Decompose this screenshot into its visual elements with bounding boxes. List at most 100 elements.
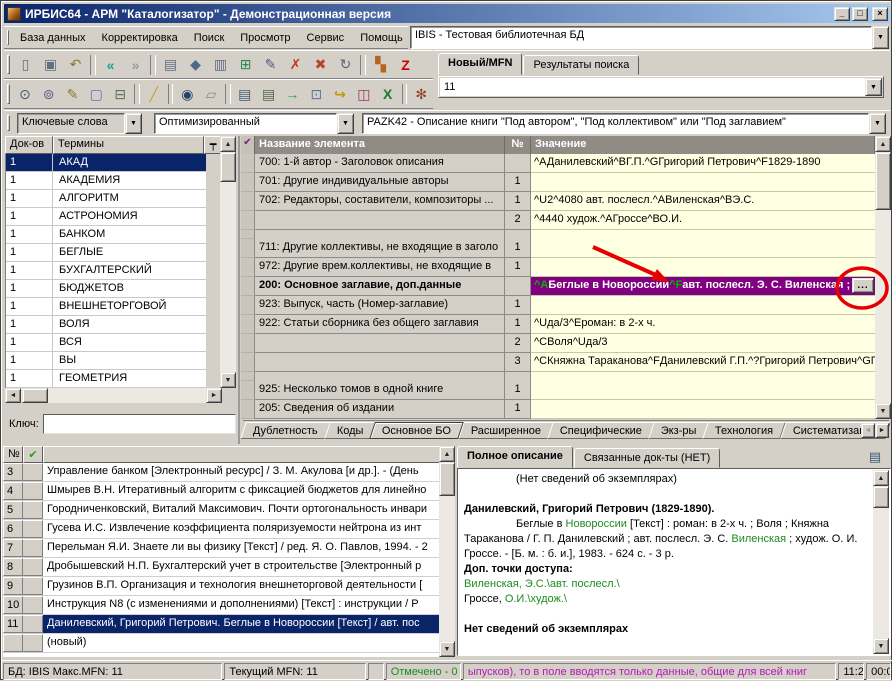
- worksheet-tab[interactable]: Расширенное: [458, 422, 554, 439]
- send-icon[interactable]: ↪: [329, 83, 351, 105]
- term-row[interactable]: 1 АЛГОРИТМ: [6, 190, 206, 208]
- print-setup-icon[interactable]: ▤: [258, 83, 280, 105]
- editor-scrollbar[interactable]: ▲ ▼: [875, 136, 891, 419]
- field-value-cell[interactable]: ^АБеглые в Новороссии^Fавт. послесл. Э. …: [531, 277, 875, 296]
- field-row[interactable]: ...: [241, 230, 875, 239]
- document-check-cell[interactable]: [23, 482, 43, 500]
- field-row[interactable]: 702: Редакторы, составители, композиторы…: [241, 192, 875, 211]
- chevron-down-icon[interactable]: ▼: [865, 78, 882, 96]
- field-value-cell[interactable]: ...: [531, 296, 875, 315]
- document-row[interactable]: 4 Шмырев В.Н. Итеративный алгоритм с фик…: [3, 482, 440, 501]
- worksheet-value[interactable]: PAZK42 - Описание книги "Под автором", "…: [362, 113, 869, 134]
- close-button[interactable]: ×: [872, 7, 888, 21]
- field-row[interactable]: 3 ^СКняжна Тараканова^FДанилевский Г.П.^…: [241, 353, 875, 372]
- worksheet-tab[interactable]: Технология: [703, 422, 787, 439]
- scroll-up-icon[interactable]: ▲: [220, 136, 236, 152]
- export-icon[interactable]: →: [281, 83, 303, 105]
- field-value-cell[interactable]: ^СКняжна Тараканова^FДанилевский Г.П.^?Г…: [531, 353, 875, 372]
- dictionary-type-value[interactable]: Ключевые слова: [17, 113, 125, 134]
- undo-icon[interactable]: ↶: [64, 54, 87, 76]
- scroll-down-icon[interactable]: ▼: [220, 372, 236, 388]
- menu-item[interactable]: Поиск: [186, 29, 232, 47]
- worksheet-combo[interactable]: PAZK42 - Описание книги "Под автором", "…: [362, 113, 886, 134]
- menu-item[interactable]: База данных: [12, 29, 94, 47]
- scroll-left-icon[interactable]: ◄: [5, 388, 21, 403]
- irbis-logo-icon[interactable]: ▚: [369, 54, 392, 76]
- column-header-num[interactable]: №: [3, 446, 23, 463]
- menu-item[interactable]: Сервис: [299, 29, 353, 47]
- scroll-down-icon[interactable]: ▼: [875, 403, 891, 419]
- tree-search-icon[interactable]: ⊟: [109, 83, 131, 105]
- print-icon[interactable]: ▤: [865, 448, 885, 466]
- document-check-cell[interactable]: [23, 501, 43, 519]
- document-list-scrollbar[interactable]: ▲ ▼: [439, 446, 455, 657]
- term-row[interactable]: 1 АКАД: [6, 154, 206, 172]
- scroll-up-icon[interactable]: ▲: [439, 446, 455, 462]
- field-value-cell[interactable]: ...: [531, 381, 875, 400]
- new-record-icon[interactable]: ▯: [14, 54, 37, 76]
- field-row[interactable]: 700: 1-й автор - Заголовок описания ^АДа…: [241, 154, 875, 173]
- worksheet-tab[interactable]: Коды: [324, 422, 376, 439]
- toolbar-icon[interactable]: [168, 84, 174, 104]
- column-header-description[interactable]: [43, 446, 455, 463]
- term-row[interactable]: 1 ВНЕШНЕТОРГОВОЙ: [6, 298, 206, 316]
- edit-search-icon[interactable]: ✎: [62, 83, 84, 105]
- record-tab[interactable]: Новый/MFN: [438, 53, 522, 75]
- document-check-cell[interactable]: [23, 520, 43, 538]
- toolbar-icon[interactable]: [90, 55, 96, 75]
- minimize-button[interactable]: _: [834, 7, 850, 21]
- document-row[interactable]: 7 Перельман Я.И. Знаете ли вы физику [Те…: [3, 539, 440, 558]
- excel-icon[interactable]: X: [377, 83, 399, 105]
- terms-hscrollbar[interactable]: ◄ ►: [5, 388, 222, 403]
- sort-fields-icon[interactable]: ▤: [159, 54, 182, 76]
- scroll-up-icon[interactable]: ▲: [875, 136, 891, 152]
- worksheet-tab[interactable]: Дублетность: [240, 422, 330, 439]
- scrollbar-thumb[interactable]: [220, 152, 236, 182]
- scroll-up-icon[interactable]: ▲: [873, 470, 889, 486]
- scrollbar-thumb[interactable]: [439, 462, 455, 496]
- field-expand-button[interactable]: ...: [852, 278, 874, 293]
- document-row[interactable]: 5 Городниченковский, Виталий Максимович.…: [3, 501, 440, 520]
- column-header-num[interactable]: №: [505, 136, 531, 154]
- key-input[interactable]: [44, 415, 235, 433]
- terms-scrollbar[interactable]: ▲ ▼: [220, 136, 236, 388]
- worksheet-tab[interactable]: Специфические: [547, 422, 655, 439]
- chevron-down-icon[interactable]: ▼: [125, 113, 142, 134]
- document-row[interactable]: 8 Дробышевский Н.П. Бухгалтерский учет в…: [3, 558, 440, 577]
- field-value-cell[interactable]: ...: [531, 239, 875, 258]
- next-record-icon[interactable]: »: [124, 54, 147, 76]
- delete-record-icon[interactable]: ✗: [284, 54, 307, 76]
- chevron-down-icon[interactable]: ▼: [869, 113, 886, 134]
- scrollbar-thumb[interactable]: [875, 152, 891, 210]
- document-check-cell[interactable]: [23, 558, 43, 576]
- field-value-cell[interactable]: ...: [531, 400, 875, 419]
- term-row[interactable]: 1 ГЕОМЕТРИЯ: [6, 370, 206, 388]
- field-row[interactable]: 2 ^4440 худож.^АГроссе^ВО.И....: [241, 211, 875, 230]
- database-combo-value[interactable]: IBIS - Тестовая библиотечная БД: [410, 26, 872, 49]
- print-record-icon[interactable]: ▥: [209, 54, 232, 76]
- delete-page-icon[interactable]: ✖: [309, 54, 332, 76]
- document-row[interactable]: 10 Инструкция N8 (с изменениями и дополн…: [3, 596, 440, 615]
- find-icon[interactable]: ⊚: [38, 83, 60, 105]
- settings-icon[interactable]: ✻: [410, 83, 432, 105]
- toolbar-grip[interactable]: [7, 84, 10, 104]
- worksheet-tab[interactable]: Экз-ры: [648, 422, 709, 439]
- column-header-terms[interactable]: Термины: [53, 136, 204, 154]
- page-search-icon[interactable]: ▢: [85, 83, 107, 105]
- toolbar-icon[interactable]: [150, 55, 156, 75]
- view-eye-icon[interactable]: ◉: [176, 83, 198, 105]
- term-row[interactable]: 1 ВСЯ: [6, 334, 206, 352]
- field-row[interactable]: 925: Несколько томов в одной книге 1 ...: [241, 381, 875, 400]
- mfn-combo[interactable]: ▼: [438, 76, 884, 98]
- term-row[interactable]: 1 ВЫ: [6, 352, 206, 370]
- key-field[interactable]: [43, 414, 236, 434]
- document-row[interactable]: 9 Грузинов В.П. Организация и технология…: [3, 577, 440, 596]
- toolbar-grip[interactable]: [7, 55, 10, 74]
- document-check-cell[interactable]: [23, 634, 43, 652]
- field-row[interactable]: 922: Статьи сборника без общего заглавия…: [241, 315, 875, 334]
- tab-scroll-left-icon[interactable]: ◄: [861, 423, 875, 438]
- description-tab[interactable]: Связанные док-ты (НЕТ): [574, 448, 720, 468]
- tab-scroll-right-icon[interactable]: ►: [875, 423, 889, 438]
- maximize-button[interactable]: □: [852, 7, 868, 21]
- save-record-icon[interactable]: ▣: [39, 54, 62, 76]
